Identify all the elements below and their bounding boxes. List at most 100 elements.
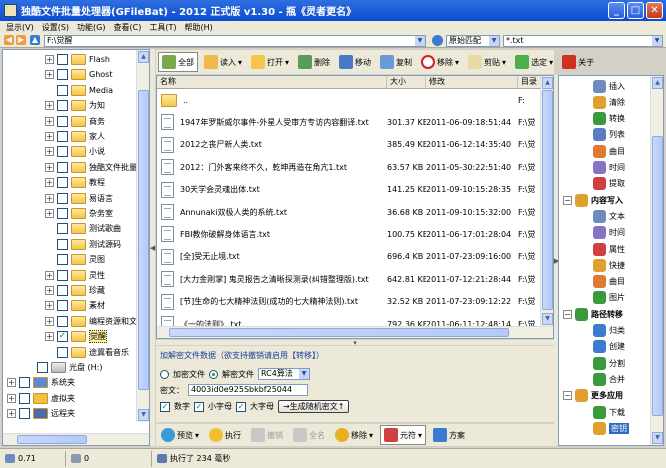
tree-item[interactable]: + ✓ 觉醒 <box>45 329 107 344</box>
tree-hscrollbar[interactable] <box>3 433 149 445</box>
expand-toggle-icon[interactable]: + <box>45 209 54 218</box>
collapse-toggle-icon[interactable]: − <box>563 195 572 205</box>
tree-item[interactable]: + 小说 <box>45 144 105 159</box>
tree-checkbox[interactable] <box>37 362 48 373</box>
tree-checkbox[interactable] <box>19 392 30 404</box>
tree-item[interactable]: 测试源码 <box>45 237 121 252</box>
expand-toggle-icon[interactable]: + <box>45 162 54 172</box>
expand-toggle-icon[interactable]: + <box>45 316 54 326</box>
tree-item[interactable]: Media <box>45 83 113 98</box>
tree-item[interactable]: + 珍藏 <box>45 283 105 298</box>
function-item[interactable]: − 内容写入 <box>563 192 623 208</box>
expand-toggle-icon[interactable]: + <box>45 101 54 111</box>
tree-checkbox[interactable] <box>19 408 30 420</box>
menu-tools[interactable]: 工具(T) <box>149 22 176 33</box>
scroll-down-icon[interactable]: ▼ <box>652 432 663 444</box>
tree-item[interactable]: + 素材 <box>45 298 105 313</box>
function-item[interactable]: 曲目 <box>593 274 625 290</box>
filter-combo[interactable]: *.txt ▼ <box>503 35 663 47</box>
function-item[interactable]: 曲目 <box>593 143 625 159</box>
minimize-button[interactable]: _ <box>608 2 625 19</box>
back-icon[interactable]: ◀ <box>4 35 14 45</box>
function-item[interactable]: 分割 <box>593 355 625 371</box>
algorithm-select[interactable]: RC4算法 ▼ <box>258 368 310 380</box>
expand-toggle-icon[interactable]: + <box>45 116 54 126</box>
tree-item[interactable]: + 远程夹 <box>7 406 75 421</box>
file-row[interactable]: [大力金刚掌] 鬼灵报告之清晰探测录(纠错整理版).txt 642.81 KB 20… <box>157 268 542 290</box>
tree-checkbox[interactable] <box>57 146 68 158</box>
column-dir[interactable]: 目录 <box>518 76 542 88</box>
function-item[interactable]: 下载 <box>593 404 625 420</box>
tree-checkbox[interactable]: ✓ <box>57 331 68 343</box>
scroll-thumb[interactable] <box>652 136 663 416</box>
menu-view[interactable]: 显示(V) <box>6 22 34 33</box>
tree-checkbox[interactable] <box>57 254 68 266</box>
function-item[interactable]: 转换 <box>593 111 625 127</box>
chevron-down-icon[interactable]: ▼ <box>489 36 499 46</box>
scroll-up-icon[interactable]: ▲ <box>652 77 663 89</box>
expand-toggle-icon[interactable]: + <box>45 132 54 141</box>
checkbox-lower[interactable]: ✓ <box>194 401 204 412</box>
function-item[interactable]: 归类 <box>593 323 625 339</box>
function-item[interactable]: 快捷 <box>593 257 625 273</box>
scroll-up-icon[interactable]: ▲ <box>542 77 553 89</box>
tree-item[interactable]: + 家人 <box>45 129 105 144</box>
tree-item[interactable]: + 为知 <box>45 98 105 113</box>
file-row[interactable]: 30天学会灵魂出体.txt 141.25 KB 2011-09-10:15:28:3… <box>157 179 542 201</box>
expand-toggle-icon[interactable]: + <box>45 270 54 280</box>
radio-encrypt[interactable] <box>160 369 169 379</box>
tree-checkbox[interactable] <box>19 377 30 389</box>
function-item[interactable]: 清除 <box>593 94 625 110</box>
column-name[interactable]: 名称 <box>157 76 387 88</box>
scroll-thumb[interactable] <box>138 90 149 390</box>
expand-toggle-icon[interactable]: + <box>7 393 16 403</box>
tree-checkbox[interactable] <box>57 131 68 142</box>
expand-toggle-icon[interactable]: + <box>45 332 54 342</box>
tree-checkbox[interactable] <box>57 54 68 65</box>
tree-item[interactable]: 光盘 (H:) <box>25 360 103 375</box>
scroll-down-icon[interactable]: ▼ <box>542 313 553 325</box>
file-row[interactable]: .. F: <box>157 89 542 111</box>
function-item[interactable]: 列表 <box>593 127 625 143</box>
tree-checkbox[interactable] <box>57 208 68 219</box>
scroll-down-icon[interactable]: ▼ <box>138 409 149 421</box>
tree-item[interactable]: + Ghost <box>45 67 112 82</box>
generate-key-button[interactable]: →生成随机密文↑ <box>278 400 350 413</box>
checkbox-upper[interactable]: ✓ <box>236 401 246 412</box>
function-item[interactable]: 插入 <box>593 78 625 94</box>
select-button[interactable]: 选定 ▾ <box>512 52 556 72</box>
up-icon[interactable]: ▲ <box>30 35 40 45</box>
function-item[interactable]: 密钥 <box>593 420 629 436</box>
menu-settings[interactable]: 设置(S) <box>42 22 69 33</box>
expand-toggle-icon[interactable]: + <box>7 378 16 388</box>
select-all-button[interactable]: 全部 <box>158 52 198 72</box>
file-row[interactable]: [全]受无止境.txt 696.4 KB 2011-07-23:09:16:00 F:… <box>157 246 542 268</box>
path-combo[interactable]: F:\觉醒 ▼ <box>44 35 426 47</box>
menu-function[interactable]: 功能(G) <box>77 22 105 33</box>
preview-button[interactable]: 预览 ▾ <box>158 425 202 445</box>
tree-checkbox[interactable] <box>57 161 68 173</box>
expand-toggle-icon[interactable]: + <box>45 70 54 80</box>
tree-item[interactable]: + 灵性 <box>45 268 105 283</box>
tree-vscrollbar[interactable]: ▲ ▼ <box>136 50 149 422</box>
tree-checkbox[interactable] <box>57 300 68 312</box>
tree-item[interactable]: + Flash <box>45 52 110 67</box>
copy-button[interactable]: 复制 <box>377 52 415 72</box>
tree-checkbox[interactable] <box>57 238 68 250</box>
forward-icon[interactable]: ▶ <box>16 35 26 45</box>
tree-checkbox[interactable] <box>57 223 68 235</box>
tree-checkbox[interactable] <box>57 192 68 204</box>
maximize-button[interactable]: □ <box>627 2 644 19</box>
tree-item[interactable]: + 易语言 <box>45 191 113 206</box>
file-row[interactable]: FBI教你破解身体语言.txt 100.75 KB 2011-06-17:01:28… <box>157 223 542 245</box>
tree-checkbox[interactable] <box>57 177 68 189</box>
file-row[interactable]: [节]生命的七大精神法则(成功的七大精神法则).txt 32.52 KB 2011-… <box>157 291 542 313</box>
function-tree[interactable]: 插入 清除 转换 列表 曲目 时间 提取 − 内容写入 文本 时间 属性 快捷 曲目 图片 − 路径转移 归类 创建… <box>558 75 664 446</box>
tree-item[interactable]: + 独酷文件批量 <box>45 160 137 175</box>
expand-toggle-icon[interactable]: + <box>45 301 54 311</box>
column-size[interactable]: 大小 <box>387 76 426 88</box>
h-scroll-thumb[interactable] <box>169 328 509 337</box>
tree-checkbox[interactable] <box>57 69 68 81</box>
radio-decrypt[interactable] <box>209 369 218 379</box>
function-item[interactable]: 时间 <box>593 160 625 176</box>
